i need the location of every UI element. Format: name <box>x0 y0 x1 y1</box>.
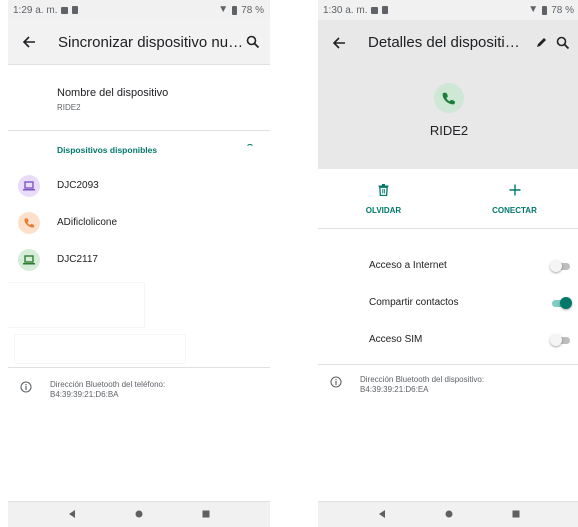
phone-icon <box>18 211 40 234</box>
search-icon[interactable] <box>552 32 574 54</box>
battery-icon <box>542 5 548 15</box>
laptop-icon <box>18 248 40 271</box>
nav-back-icon[interactable] <box>67 506 77 524</box>
setting-label: Acceso a Internet <box>369 260 447 271</box>
back-arrow-icon[interactable] <box>18 31 40 53</box>
battery-level: 78 % <box>241 4 264 16</box>
device-bt-address-info: Dirección Bluetooth del dispositivo: B4:… <box>318 365 578 395</box>
status-bar: 1:30 a. m. ▼ 78 % <box>318 0 578 20</box>
phone-bt-address-info: Dirección Bluetooth del teléfono: B4:39:… <box>8 367 270 400</box>
device-row-djc2117[interactable]: DJC2117 <box>8 241 270 278</box>
available-devices-header: Dispositivos disponibles <box>8 131 270 167</box>
status-time: 1:29 a. m. <box>13 4 58 16</box>
gallery-notification-icon <box>371 6 379 14</box>
status-bar: 1:29 a. m. ▼ 78 % <box>8 0 270 20</box>
sim-notification-icon <box>382 6 389 14</box>
phone-icon <box>434 83 464 113</box>
setting-share-contacts[interactable]: Compartir contactos <box>318 284 578 321</box>
device-name: DJC2117 <box>57 254 98 265</box>
connect-button[interactable]: CONECTAR <box>449 169 578 228</box>
gallery-notification-icon <box>61 6 69 14</box>
sim-notification-icon <box>72 6 79 14</box>
setting-internet-access[interactable]: Acceso a Internet <box>318 247 578 284</box>
blank-list-item <box>8 283 144 327</box>
setting-sim-access[interactable]: Acceso SIM <box>318 321 578 358</box>
battery-level: 78 % <box>551 4 574 16</box>
device-name-value: RIDE2 <box>57 103 81 112</box>
sim-access-toggle[interactable] <box>550 333 572 346</box>
device-name: RIDE2 <box>429 123 469 138</box>
navigation-bar <box>318 501 578 527</box>
internet-access-toggle[interactable] <box>550 259 572 272</box>
device-name: ADificlolicone <box>57 217 118 228</box>
plus-icon <box>509 183 521 201</box>
laptop-icon <box>18 174 40 197</box>
action-bar: OLVIDAR CONECTAR <box>318 169 578 229</box>
scanning-spinner-icon <box>246 144 254 152</box>
page-title: Detalles del dispositi… <box>368 34 520 51</box>
nav-home-icon[interactable] <box>134 506 144 524</box>
left-screen: 1:29 a. m. ▼ 78 % Sincronizar dispositiv… <box>8 0 270 527</box>
info-icon <box>20 380 32 398</box>
profile-settings: Acceso a Internet Compartir contactos Ac… <box>318 229 578 365</box>
bt-address-value: B4:39:39:21:D6:EA <box>360 385 429 394</box>
nav-recents-icon[interactable] <box>201 506 211 524</box>
forget-label: OLVIDAR <box>365 205 402 215</box>
nav-back-icon[interactable] <box>377 506 387 524</box>
edit-pencil-icon[interactable] <box>530 32 552 54</box>
connect-label: CONECTAR <box>492 205 537 215</box>
right-screen: 1:30 a. m. ▼ 78 % Detalles del dispositi… <box>318 0 578 527</box>
blank-list-item <box>15 335 185 363</box>
device-row-adificlolicone[interactable]: ADificlolicone <box>8 204 270 241</box>
device-header: RIDE2 <box>318 65 578 169</box>
app-bar: Detalles del dispositi… <box>318 20 578 65</box>
bt-address-label: Dirección Bluetooth del dispositivo: <box>360 375 485 384</box>
info-icon <box>330 375 342 393</box>
navigation-bar <box>8 501 270 527</box>
status-time: 1:30 a. m. <box>323 4 368 16</box>
device-name-label: Nombre del dispositivo <box>57 87 169 99</box>
battery-icon <box>232 5 238 15</box>
device-row-djc2093[interactable]: DJC2093 <box>8 167 270 204</box>
search-icon[interactable] <box>242 31 264 53</box>
back-arrow-icon[interactable] <box>328 32 350 54</box>
setting-label: Compartir contactos <box>369 297 459 308</box>
wifi-icon: ▼ <box>218 4 229 15</box>
share-contacts-toggle[interactable] <box>550 296 572 309</box>
nav-home-icon[interactable] <box>444 506 454 524</box>
page-title: Sincronizar dispositivo nu… <box>58 33 242 51</box>
setting-label: Acceso SIM <box>369 334 423 345</box>
forget-button[interactable]: OLVIDAR <box>318 169 449 228</box>
wifi-icon: ▼ <box>528 4 539 15</box>
nav-recents-icon[interactable] <box>511 506 521 524</box>
device-name: DJC2093 <box>57 180 99 191</box>
trash-icon <box>378 183 389 201</box>
bt-address-label: Dirección Bluetooth del teléfono: <box>50 380 166 389</box>
device-name-setting[interactable]: Nombre del dispositivo RIDE2 <box>8 65 270 131</box>
available-devices-label: Dispositivos disponibles <box>57 145 158 155</box>
bt-address-value: B4:39:39:21:D6:BA <box>50 390 119 399</box>
app-bar: Sincronizar dispositivo nu… <box>8 20 270 65</box>
